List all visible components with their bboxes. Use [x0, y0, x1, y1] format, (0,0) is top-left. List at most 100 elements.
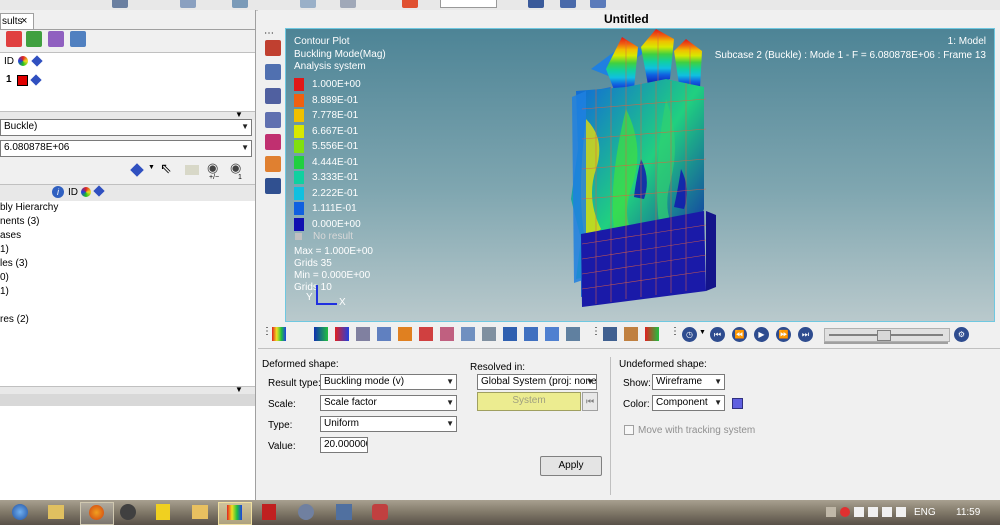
- results-color-icon[interactable]: [48, 31, 64, 47]
- scale-select[interactable]: Scale factor ▼: [320, 395, 457, 411]
- pdf-taskbar-icon[interactable]: [262, 504, 276, 520]
- tree-item[interactable]: nents (3): [0, 216, 39, 227]
- hyperview-taskbar-icon[interactable]: [218, 502, 252, 525]
- tracking-checkbox[interactable]: [624, 425, 634, 435]
- vector-tool-icon[interactable]: [265, 88, 281, 104]
- show-select[interactable]: Wireframe ▼: [652, 374, 725, 390]
- frame-dropdown[interactable]: 6.080878E+06 ▼: [0, 140, 252, 157]
- value-input[interactable]: 20.000000: [320, 437, 368, 453]
- tree-item[interactable]: res (2): [0, 314, 29, 325]
- add-green-icon[interactable]: [26, 31, 42, 47]
- result-icon-8[interactable]: [461, 327, 475, 341]
- color-select[interactable]: Component ▼: [652, 395, 725, 411]
- chevron-down-icon[interactable]: ▼: [699, 329, 706, 336]
- start-button[interactable]: [12, 504, 28, 520]
- toolbar-icon-5[interactable]: [340, 0, 356, 8]
- results-tab[interactable]: sults ×: [0, 13, 34, 30]
- speed-slider-track[interactable]: [824, 342, 948, 344]
- chevron-down-icon[interactable]: ▼: [235, 385, 243, 394]
- info-icon[interactable]: i: [52, 186, 64, 198]
- app-taskbar-icon-2[interactable]: [156, 504, 170, 520]
- play-button[interactable]: ▶: [754, 327, 769, 342]
- tree-item[interactable]: 1): [0, 244, 9, 255]
- next-frame-button[interactable]: ⏩: [776, 327, 791, 342]
- result-icon-13[interactable]: [566, 327, 580, 341]
- tray-icon-3[interactable]: [854, 507, 864, 517]
- toolbar-icon-1[interactable]: [112, 0, 128, 8]
- contour-icon[interactable]: [272, 327, 286, 341]
- toolbar-icon-2[interactable]: [180, 0, 196, 8]
- tree-item[interactable]: 0): [0, 272, 9, 283]
- pointer-icon[interactable]: ⇖: [160, 160, 172, 177]
- result-icon-3[interactable]: [356, 327, 370, 341]
- result-type-select[interactable]: Buckling mode (v) ▼: [320, 374, 457, 390]
- cube-select-icon[interactable]: [130, 163, 144, 177]
- color-swatch[interactable]: [732, 398, 743, 409]
- cube-icon[interactable]: [31, 55, 43, 67]
- app-taskbar-icon-3[interactable]: [192, 505, 208, 519]
- result-icon-12[interactable]: [545, 327, 559, 341]
- cube-icon[interactable]: [93, 185, 105, 197]
- frame-slider[interactable]: [824, 328, 950, 342]
- tray-icon-6[interactable]: [896, 507, 906, 517]
- explorer-taskbar-icon[interactable]: [48, 505, 64, 519]
- toolbar-dropdown[interactable]: [440, 0, 497, 8]
- tree-item[interactable]: 1): [0, 286, 9, 297]
- chevron-down-icon[interactable]: ▼: [148, 164, 155, 171]
- contour-tool-icon[interactable]: [265, 40, 281, 56]
- toolbar-icon-9[interactable]: [590, 0, 606, 8]
- color-wheel-icon[interactable]: [81, 187, 91, 197]
- result-icon-11[interactable]: [524, 327, 538, 341]
- tray-icon-2[interactable]: [840, 507, 850, 517]
- row-cube-icon[interactable]: [30, 74, 42, 86]
- header-id[interactable]: ID: [4, 56, 14, 67]
- firefox-taskbar-icon[interactable]: [80, 502, 114, 525]
- result-icon-16[interactable]: [645, 327, 659, 341]
- tree-item[interactable]: ases: [0, 230, 21, 241]
- tree-header-id[interactable]: ID: [68, 187, 78, 198]
- resolved-select[interactable]: Global System (proj: none) ▼: [477, 374, 597, 390]
- tray-icon-1[interactable]: [826, 507, 836, 517]
- color-wheel-icon[interactable]: [18, 56, 28, 66]
- result-icon-6[interactable]: [419, 327, 433, 341]
- toolbar-icon-6[interactable]: [402, 0, 418, 8]
- result-icon-15[interactable]: [624, 327, 638, 341]
- timer-icon[interactable]: ◷: [682, 327, 697, 342]
- toolbar-icon-8[interactable]: [560, 0, 576, 8]
- tracking-tool-icon[interactable]: [265, 156, 281, 172]
- app-taskbar-icon-4[interactable]: [298, 504, 314, 520]
- result-icon-2[interactable]: [335, 327, 349, 341]
- language-indicator[interactable]: ENG: [914, 507, 936, 518]
- toolbar-icon-4[interactable]: [300, 0, 316, 8]
- apply-button[interactable]: Apply: [540, 456, 602, 476]
- result-icon-5[interactable]: [398, 327, 412, 341]
- deform-tool-icon[interactable]: [265, 64, 281, 80]
- list-row[interactable]: 1: [0, 73, 255, 87]
- network-icon[interactable]: [70, 31, 86, 47]
- add-result-icon[interactable]: [6, 31, 22, 47]
- last-frame-button[interactable]: ⏭: [798, 327, 813, 342]
- viewport[interactable]: Contour Plot Buckling Mode(Mag) Analysis…: [285, 28, 995, 322]
- row-color-swatch[interactable]: [17, 75, 28, 86]
- result-icon-1[interactable]: [314, 327, 328, 341]
- chevron-down-icon[interactable]: ▼: [235, 110, 243, 119]
- iso-tool-icon[interactable]: [265, 134, 281, 150]
- tree-item[interactable]: les (3): [0, 258, 28, 269]
- prev-frame-button[interactable]: ⏪: [732, 327, 747, 342]
- toolbar-icon-7[interactable]: [528, 0, 544, 8]
- tray-icon-4[interactable]: [868, 507, 878, 517]
- close-icon[interactable]: ×: [21, 15, 27, 27]
- tensor-tool-icon[interactable]: [265, 112, 281, 128]
- result-icon-4[interactable]: [377, 327, 391, 341]
- app-taskbar-icon-6[interactable]: [372, 504, 388, 520]
- first-frame-button[interactable]: ⏮: [710, 327, 725, 342]
- tree-item[interactable]: bly Hierarchy: [0, 202, 58, 213]
- subcase-dropdown[interactable]: Buckle) ▼: [0, 119, 252, 136]
- monitor-icon[interactable]: [265, 178, 281, 194]
- result-icon-14[interactable]: [603, 327, 617, 341]
- result-icon-7[interactable]: [440, 327, 454, 341]
- tray-icon-5[interactable]: [882, 507, 892, 517]
- slider-thumb[interactable]: [877, 330, 891, 341]
- visibility-icon[interactable]: [185, 165, 199, 175]
- system-reset-icon[interactable]: ⏮: [582, 392, 598, 411]
